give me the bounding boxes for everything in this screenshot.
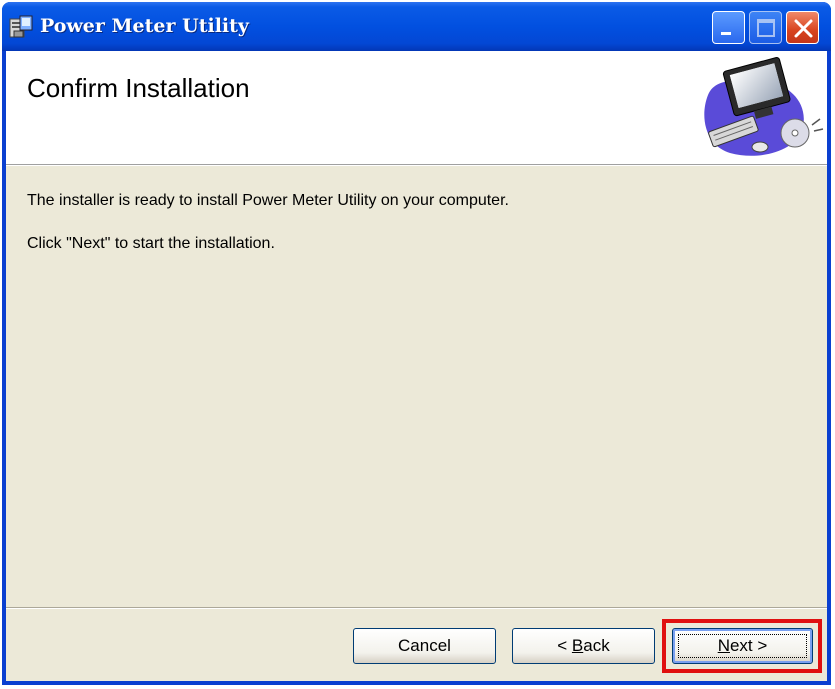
minimize-icon [721, 32, 731, 35]
cancel-button[interactable]: Cancel [353, 628, 496, 664]
installer-app-icon [9, 15, 33, 38]
ready-message: The installer is ready to install Power … [27, 192, 509, 209]
installer-window: Power Meter Utility Confirm Installation [2, 2, 831, 685]
minimize-button[interactable] [712, 11, 745, 44]
instruction-message: Click "Next" to start the installation. [27, 235, 275, 252]
computer-installer-graphic [704, 57, 824, 156]
close-button[interactable] [786, 11, 819, 44]
window-title: Power Meter Utility [40, 15, 249, 37]
title-bar[interactable]: Power Meter Utility [2, 2, 831, 51]
maximize-button[interactable] [749, 11, 782, 44]
back-button-label: < Back [557, 636, 610, 655]
maximize-icon [757, 19, 775, 37]
footer-separator [6, 607, 827, 609]
dialog-header: Confirm Installation [6, 51, 827, 165]
back-button[interactable]: < Back [512, 628, 655, 664]
dialog-client-area: Confirm Installation The installer is re… [6, 51, 827, 681]
page-title: Confirm Installation [27, 73, 250, 103]
next-button-highlight [662, 619, 822, 673]
cancel-button-label: Cancel [398, 636, 451, 655]
close-icon [794, 19, 813, 38]
